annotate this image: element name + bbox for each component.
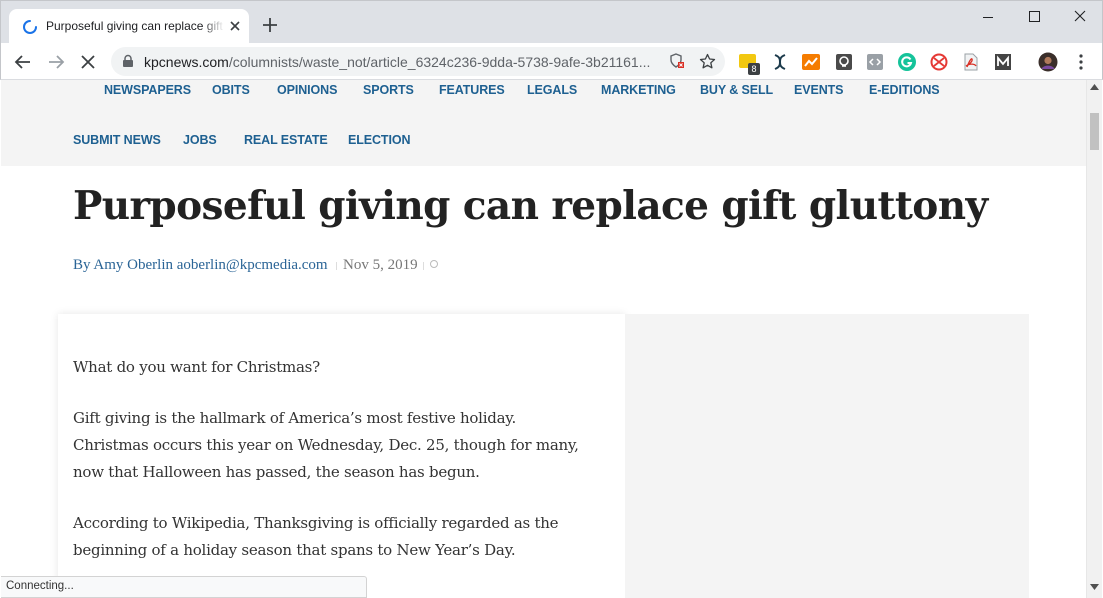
meta-divider xyxy=(423,262,424,270)
scrollbar-thumb[interactable] xyxy=(1090,113,1099,150)
forward-arrow-icon[interactable] xyxy=(46,52,66,72)
page-viewport: NEWSPAPERS OBITS OPINIONS SPORTS FEATURE… xyxy=(1,80,1086,598)
bulb-extension-icon[interactable] xyxy=(834,52,854,72)
extension-badge-icon[interactable]: 8 xyxy=(739,52,760,75)
dna-extension-icon[interactable] xyxy=(770,52,790,72)
close-tab-icon[interactable] xyxy=(227,18,243,34)
nav-obits[interactable]: OBITS xyxy=(212,83,250,97)
status-bubble: Connecting... xyxy=(1,576,367,598)
article-paragraph: Gift giving is the hallmark of America’s… xyxy=(73,409,579,481)
profile-avatar-icon[interactable] xyxy=(1038,52,1058,72)
close-window-icon[interactable] xyxy=(1069,7,1091,27)
minimize-icon[interactable] xyxy=(977,7,999,27)
maximize-icon[interactable] xyxy=(1023,7,1045,27)
nav-sports[interactable]: SPORTS xyxy=(363,83,414,97)
article-body: What do you want for Christmas? Gift giv… xyxy=(58,314,625,598)
article-paragraph: What do you want for Christmas? xyxy=(73,358,320,376)
nav-legals[interactable]: LEGALS xyxy=(527,83,577,97)
comment-count-icon[interactable] xyxy=(430,260,438,268)
new-tab-icon[interactable] xyxy=(261,16,279,34)
trend-extension-icon[interactable] xyxy=(801,52,821,72)
code-extension-icon[interactable] xyxy=(865,52,885,72)
browser-tab[interactable]: Purposeful giving can replace gift glutt… xyxy=(9,9,249,44)
ad-sidebar xyxy=(625,314,1029,598)
browser-menu-icon[interactable] xyxy=(1071,52,1091,72)
back-arrow-icon[interactable] xyxy=(13,52,33,72)
nav-events[interactable]: EVENTS xyxy=(794,83,844,97)
article-headline: Purposeful giving can replace gift glutt… xyxy=(73,183,988,229)
nav-features[interactable]: FEATURES xyxy=(439,83,505,97)
article-paragraph: According to Wikipedia, Thanksgiving is … xyxy=(73,514,559,559)
page-scrollbar[interactable] xyxy=(1086,80,1102,598)
grammarly-icon[interactable] xyxy=(897,52,917,72)
url-path: /columnists/waste_not/article_6324c236-9… xyxy=(228,54,651,70)
stop-loading-icon[interactable] xyxy=(78,52,98,72)
site-navigation: NEWSPAPERS OBITS OPINIONS SPORTS FEATURE… xyxy=(1,80,1086,166)
nav-election[interactable]: ELECTION xyxy=(348,133,411,147)
nav-newspapers[interactable]: NEWSPAPERS xyxy=(104,83,191,97)
article-date: Nov 5, 2019 xyxy=(343,257,418,273)
url-text[interactable]: kpcnews.com/columnists/waste_not/article… xyxy=(144,54,650,70)
article-byline[interactable]: By Amy Oberlin aoberlin@kpcmedia.com xyxy=(73,257,328,274)
browser-titlebar: Purposeful giving can replace gift glutt… xyxy=(0,0,1103,44)
url-host: kpcnews.com xyxy=(144,54,229,70)
nav-buy-sell[interactable]: BUY & SELL xyxy=(700,83,773,97)
browser-toolbar: kpcnews.com/columnists/waste_not/article… xyxy=(0,43,1103,80)
nav-e-editions[interactable]: E-EDITIONS xyxy=(869,83,940,97)
nav-jobs[interactable]: JOBS xyxy=(183,133,217,147)
nav-opinions[interactable]: OPINIONS xyxy=(277,83,337,97)
nav-real-estate[interactable]: REAL ESTATE xyxy=(244,133,328,147)
pdf-extension-icon[interactable] xyxy=(961,52,981,72)
swirl-extension-icon[interactable] xyxy=(929,52,949,72)
scroll-down-arrow-icon[interactable] xyxy=(1090,584,1099,590)
scroll-up-arrow-icon[interactable] xyxy=(1090,84,1099,90)
lock-icon[interactable] xyxy=(121,54,135,68)
tab-title: Purposeful giving can replace gift glutt… xyxy=(46,19,224,33)
address-bar[interactable]: kpcnews.com/columnists/waste_not/article… xyxy=(111,47,725,76)
loading-spinner-icon xyxy=(23,20,37,34)
meta-divider xyxy=(336,262,337,270)
extension-badge-count: 8 xyxy=(748,63,760,75)
nav-marketing[interactable]: MARKETING xyxy=(601,83,676,97)
bookmark-star-icon[interactable] xyxy=(699,53,716,70)
tracking-blocked-icon[interactable] xyxy=(669,53,685,69)
medium-extension-icon[interactable] xyxy=(993,52,1013,72)
nav-submit-news[interactable]: SUBMIT NEWS xyxy=(73,133,161,147)
